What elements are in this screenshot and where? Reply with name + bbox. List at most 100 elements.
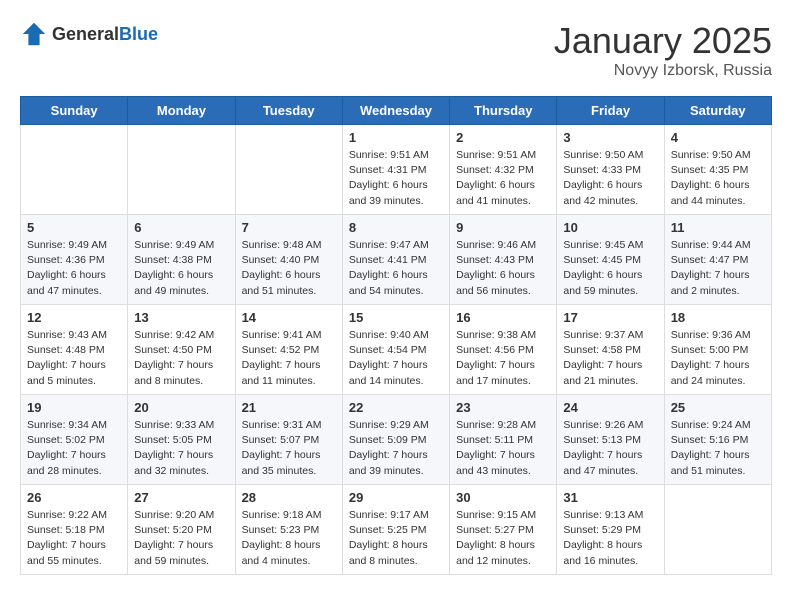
location-title: Novyy Izborsk, Russia	[554, 62, 772, 80]
calendar-day-cell: 2 Sunrise: 9:51 AM Sunset: 4:32 PM Daylig…	[450, 125, 557, 215]
day-info: Sunrise: 9:37 AM Sunset: 4:58 PM Dayligh…	[563, 328, 657, 389]
weekday-header-cell: Monday	[128, 97, 235, 125]
calendar-day-cell: 25 Sunrise: 9:24 AM Sunset: 5:16 PM Dayli…	[664, 395, 771, 485]
day-info: Sunrise: 9:46 AM Sunset: 4:43 PM Dayligh…	[456, 238, 550, 299]
calendar-day-cell: 12 Sunrise: 9:43 AM Sunset: 4:48 PM Dayli…	[21, 305, 128, 395]
calendar-day-cell: 27 Sunrise: 9:20 AM Sunset: 5:20 PM Dayli…	[128, 485, 235, 575]
day-number: 2	[456, 130, 550, 145]
calendar-day-cell: 20 Sunrise: 9:33 AM Sunset: 5:05 PM Dayli…	[128, 395, 235, 485]
weekday-header-cell: Tuesday	[235, 97, 342, 125]
day-info: Sunrise: 9:43 AM Sunset: 4:48 PM Dayligh…	[27, 328, 121, 389]
day-number: 17	[563, 310, 657, 325]
weekday-header-cell: Wednesday	[342, 97, 449, 125]
day-number: 14	[242, 310, 336, 325]
logo: GeneralBlue	[20, 20, 158, 48]
calendar-day-cell: 11 Sunrise: 9:44 AM Sunset: 4:47 PM Dayli…	[664, 215, 771, 305]
day-number: 1	[349, 130, 443, 145]
calendar-day-cell: 4 Sunrise: 9:50 AM Sunset: 4:35 PM Daylig…	[664, 125, 771, 215]
day-number: 18	[671, 310, 765, 325]
weekday-header-cell: Friday	[557, 97, 664, 125]
calendar-day-cell: 24Sunrise: 9:26 AM Sunset: 5:13 PM Dayli…	[557, 395, 664, 485]
day-number: 12	[27, 310, 121, 325]
day-info: Sunrise: 9:44 AM Sunset: 4:47 PM Dayligh…	[671, 238, 765, 299]
day-number: 21	[242, 400, 336, 415]
calendar-day-cell: 16 Sunrise: 9:38 AM Sunset: 4:56 PM Dayli…	[450, 305, 557, 395]
day-info: Sunrise: 9:50 AM Sunset: 4:33 PM Dayligh…	[563, 148, 657, 209]
weekday-header-cell: Sunday	[21, 97, 128, 125]
calendar-body: 1 Sunrise: 9:51 AM Sunset: 4:31 PM Daylig…	[21, 125, 772, 575]
day-info: Sunrise: 9:38 AM Sunset: 4:56 PM Dayligh…	[456, 328, 550, 389]
calendar-day-cell: 3 Sunrise: 9:50 AM Sunset: 4:33 PM Daylig…	[557, 125, 664, 215]
day-info: Sunrise: 9:24 AM Sunset: 5:16 PM Dayligh…	[671, 418, 765, 479]
day-info: Sunrise: 9:51 AM Sunset: 4:32 PM Dayligh…	[456, 148, 550, 209]
day-number: 13	[134, 310, 228, 325]
day-info: Sunrise: 9:28 AM Sunset: 5:11 PM Dayligh…	[456, 418, 550, 479]
day-number: 19	[27, 400, 121, 415]
logo-general: General	[52, 24, 119, 44]
month-title: January 2025	[554, 20, 772, 62]
logo-icon	[20, 20, 48, 48]
day-info: Sunrise: 9:42 AM Sunset: 4:50 PM Dayligh…	[134, 328, 228, 389]
calendar-day-cell: 7 Sunrise: 9:48 AM Sunset: 4:40 PM Daylig…	[235, 215, 342, 305]
calendar-day-cell: 14 Sunrise: 9:41 AM Sunset: 4:52 PM Dayli…	[235, 305, 342, 395]
weekday-header-cell: Thursday	[450, 97, 557, 125]
calendar-day-cell: 29Sunrise: 9:17 AM Sunset: 5:25 PM Dayli…	[342, 485, 449, 575]
day-number: 26	[27, 490, 121, 505]
calendar-day-cell	[128, 125, 235, 215]
calendar-week-row: 26 Sunrise: 9:22 AM Sunset: 5:18 PM Dayli…	[21, 485, 772, 575]
day-number: 31	[563, 490, 657, 505]
day-info: Sunrise: 9:29 AM Sunset: 5:09 PM Dayligh…	[349, 418, 443, 479]
day-number: 3	[563, 130, 657, 145]
weekday-header-row: SundayMondayTuesdayWednesdayThursdayFrid…	[21, 97, 772, 125]
day-info: Sunrise: 9:48 AM Sunset: 4:40 PM Dayligh…	[242, 238, 336, 299]
calendar-day-cell: 31 Sunrise: 9:13 AM Sunset: 5:29 PM Dayli…	[557, 485, 664, 575]
day-number: 15	[349, 310, 443, 325]
calendar-day-cell: 15 Sunrise: 9:40 AM Sunset: 4:54 PM Dayli…	[342, 305, 449, 395]
day-info: Sunrise: 9:13 AM Sunset: 5:29 PM Dayligh…	[563, 508, 657, 569]
calendar-day-cell: 19Sunrise: 9:34 AM Sunset: 5:02 PM Dayli…	[21, 395, 128, 485]
day-number: 10	[563, 220, 657, 235]
calendar-day-cell: 23 Sunrise: 9:28 AM Sunset: 5:11 PM Dayli…	[450, 395, 557, 485]
calendar-day-cell: 10 Sunrise: 9:45 AM Sunset: 4:45 PM Dayli…	[557, 215, 664, 305]
day-info: Sunrise: 9:36 AM Sunset: 5:00 PM Dayligh…	[671, 328, 765, 389]
day-info: Sunrise: 9:33 AM Sunset: 5:05 PM Dayligh…	[134, 418, 228, 479]
calendar-day-cell: 18 Sunrise: 9:36 AM Sunset: 5:00 PM Dayli…	[664, 305, 771, 395]
day-info: Sunrise: 9:15 AM Sunset: 5:27 PM Dayligh…	[456, 508, 550, 569]
weekday-header-cell: Saturday	[664, 97, 771, 125]
day-info: Sunrise: 9:50 AM Sunset: 4:35 PM Dayligh…	[671, 148, 765, 209]
day-number: 16	[456, 310, 550, 325]
calendar-day-cell: 26 Sunrise: 9:22 AM Sunset: 5:18 PM Dayli…	[21, 485, 128, 575]
day-number: 11	[671, 220, 765, 235]
calendar-day-cell: 21 Sunrise: 9:31 AM Sunset: 5:07 PM Dayli…	[235, 395, 342, 485]
day-info: Sunrise: 9:31 AM Sunset: 5:07 PM Dayligh…	[242, 418, 336, 479]
day-info: Sunrise: 9:17 AM Sunset: 5:25 PM Dayligh…	[349, 508, 443, 569]
calendar-day-cell: 22 Sunrise: 9:29 AM Sunset: 5:09 PM Dayli…	[342, 395, 449, 485]
day-number: 23	[456, 400, 550, 415]
day-info: Sunrise: 9:22 AM Sunset: 5:18 PM Dayligh…	[27, 508, 121, 569]
calendar-day-cell: 17 Sunrise: 9:37 AM Sunset: 4:58 PM Dayli…	[557, 305, 664, 395]
day-number: 4	[671, 130, 765, 145]
page-header: GeneralBlue January 2025 Novyy Izborsk, …	[20, 20, 772, 80]
logo-blue: Blue	[119, 24, 158, 44]
day-info: Sunrise: 9:45 AM Sunset: 4:45 PM Dayligh…	[563, 238, 657, 299]
calendar-day-cell: 30Sunrise: 9:15 AM Sunset: 5:27 PM Dayli…	[450, 485, 557, 575]
day-info: Sunrise: 9:26 AM Sunset: 5:13 PM Dayligh…	[563, 418, 657, 479]
day-number: 20	[134, 400, 228, 415]
calendar-week-row: 12 Sunrise: 9:43 AM Sunset: 4:48 PM Dayli…	[21, 305, 772, 395]
day-info: Sunrise: 9:40 AM Sunset: 4:54 PM Dayligh…	[349, 328, 443, 389]
calendar-week-row: 5Sunrise: 9:49 AM Sunset: 4:36 PM Daylig…	[21, 215, 772, 305]
title-block: January 2025 Novyy Izborsk, Russia	[554, 20, 772, 80]
calendar-day-cell: 28Sunrise: 9:18 AM Sunset: 5:23 PM Dayli…	[235, 485, 342, 575]
day-number: 22	[349, 400, 443, 415]
calendar-day-cell: 5Sunrise: 9:49 AM Sunset: 4:36 PM Daylig…	[21, 215, 128, 305]
day-info: Sunrise: 9:51 AM Sunset: 4:31 PM Dayligh…	[349, 148, 443, 209]
day-info: Sunrise: 9:20 AM Sunset: 5:20 PM Dayligh…	[134, 508, 228, 569]
calendar-day-cell: 13 Sunrise: 9:42 AM Sunset: 4:50 PM Dayli…	[128, 305, 235, 395]
day-info: Sunrise: 9:47 AM Sunset: 4:41 PM Dayligh…	[349, 238, 443, 299]
day-number: 27	[134, 490, 228, 505]
day-number: 9	[456, 220, 550, 235]
calendar-day-cell: 6Sunrise: 9:49 AM Sunset: 4:38 PM Daylig…	[128, 215, 235, 305]
day-number: 7	[242, 220, 336, 235]
day-info: Sunrise: 9:41 AM Sunset: 4:52 PM Dayligh…	[242, 328, 336, 389]
day-number: 25	[671, 400, 765, 415]
